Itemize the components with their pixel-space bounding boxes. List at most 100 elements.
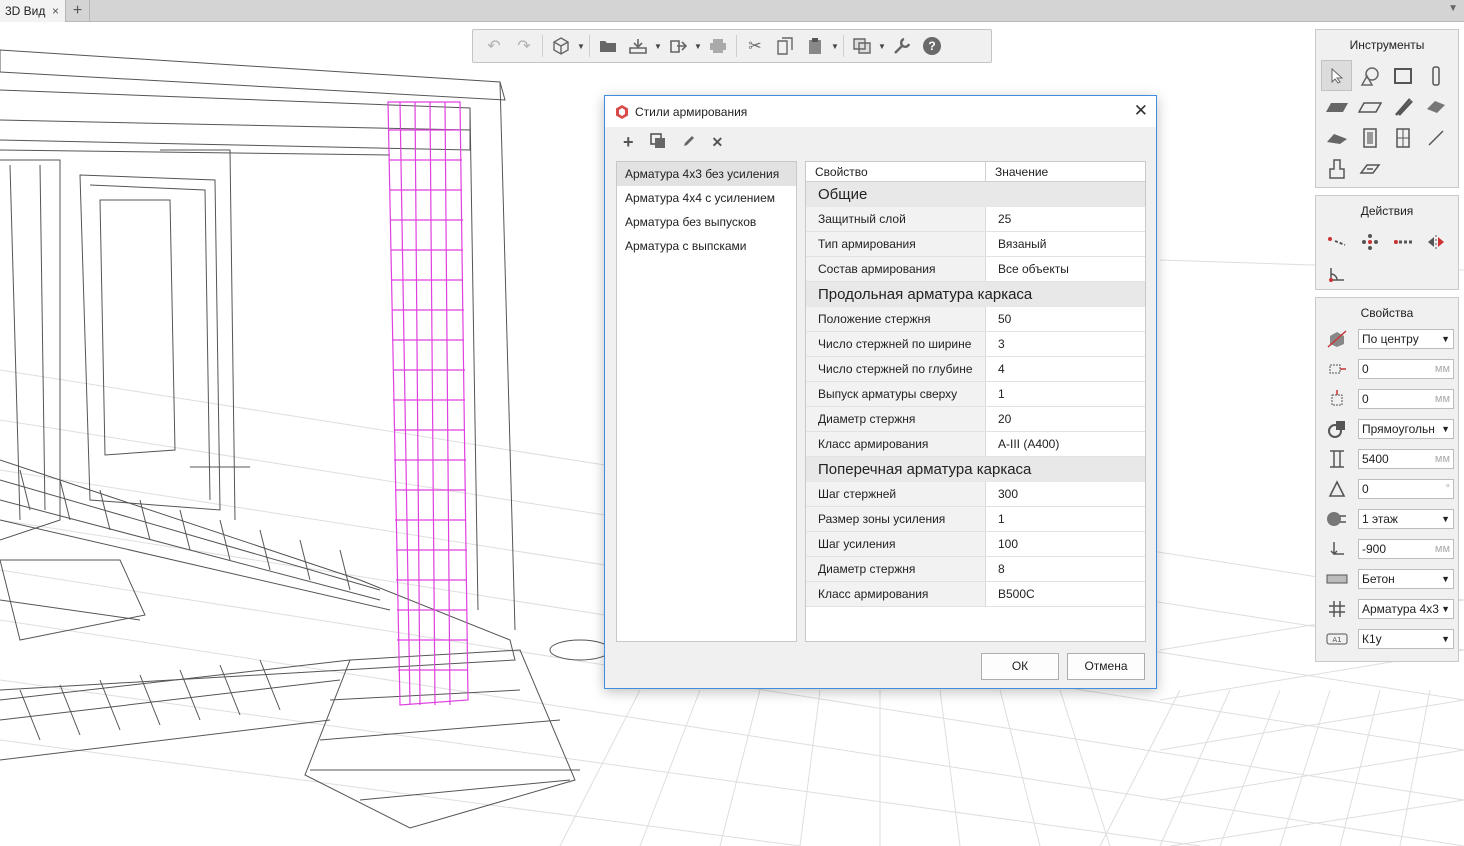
delete-style-icon[interactable]: ✕: [712, 134, 724, 151]
add-tab-button[interactable]: +: [66, 0, 90, 22]
rotate-icon[interactable]: [1321, 257, 1352, 288]
help-button[interactable]: ?: [917, 32, 947, 60]
copy-icon[interactable]: [770, 32, 800, 60]
property-input[interactable]: 0 мм: [1358, 389, 1454, 409]
property-row[interactable]: Диаметр стержня 8: [806, 557, 1145, 582]
property-input[interactable]: -900 мм: [1358, 539, 1454, 559]
copy-along-icon[interactable]: [1387, 226, 1418, 257]
window-icon[interactable]: [1387, 122, 1418, 153]
open-folder-icon[interactable]: [593, 32, 623, 60]
export-dropdown-chevron-icon[interactable]: ▼: [693, 32, 703, 60]
roof-icon[interactable]: [1420, 91, 1451, 122]
move-icon[interactable]: [1321, 226, 1352, 257]
property-value[interactable]: Все объекты: [986, 257, 1069, 281]
property-value[interactable]: 8: [986, 557, 1005, 581]
property-row[interactable]: Диаметр стержня 20: [806, 407, 1145, 432]
style-list: Арматура 4х3 без усиления Арматура 4х4 с …: [616, 161, 797, 642]
slab-icon[interactable]: [1321, 91, 1352, 122]
paste-icon[interactable]: [800, 32, 830, 60]
property-row[interactable]: Шаг стержней 300: [806, 482, 1145, 507]
beam-icon[interactable]: [1354, 91, 1385, 122]
property-row[interactable]: Выпуск арматуры сверху 1: [806, 382, 1145, 407]
edit-style-icon[interactable]: [682, 134, 696, 151]
property-select[interactable]: Бетон ▼: [1358, 569, 1454, 589]
array-icon[interactable]: [1354, 226, 1385, 257]
tab-close-icon[interactable]: ×: [52, 0, 59, 22]
property-row[interactable]: Размер зоны усиления 1: [806, 507, 1145, 532]
property-value[interactable]: Вязаный: [986, 232, 1047, 256]
selected-column-rebar[interactable]: [387, 101, 469, 706]
property-row[interactable]: Число стержней по ширине 3: [806, 332, 1145, 357]
property-value[interactable]: A-III (A400): [986, 432, 1060, 456]
view-dropdown-chevron-icon[interactable]: ▼: [576, 32, 586, 60]
tab-bar: 3D Вид × + ▼: [0, 0, 1464, 22]
property-value[interactable]: 1: [986, 507, 1005, 531]
property-row[interactable]: Положение стержня 50: [806, 307, 1145, 332]
help-icon: ?: [923, 37, 941, 55]
property-row[interactable]: Класс армирования A-III (A400): [806, 432, 1145, 457]
property-input[interactable]: 5400 мм: [1358, 449, 1454, 469]
print-icon[interactable]: [703, 32, 733, 60]
paste-dropdown-chevron-icon[interactable]: ▼: [830, 32, 840, 60]
rebar-tool-icon[interactable]: [1354, 153, 1385, 184]
shapes-icon[interactable]: [1354, 60, 1385, 91]
cut-icon[interactable]: ✂: [740, 32, 770, 60]
property-value[interactable]: 100: [986, 532, 1019, 556]
wrench-icon[interactable]: [887, 32, 917, 60]
property-row[interactable]: Защитный слой 25: [806, 207, 1145, 232]
property-value[interactable]: B500C: [986, 582, 1035, 606]
ok-button[interactable]: ОК: [981, 653, 1059, 680]
layers-icon[interactable]: [847, 32, 877, 60]
redo-icon[interactable]: ↷: [509, 32, 539, 60]
line-icon[interactable]: [1420, 122, 1451, 153]
property-value[interactable]: 1: [986, 382, 1005, 406]
property-row[interactable]: Число стержней по глубине 4: [806, 357, 1145, 382]
property-select[interactable]: Арматура 4х3 ▼: [1358, 599, 1454, 619]
property-value[interactable]: 25: [986, 207, 1012, 231]
import-icon[interactable]: [623, 32, 653, 60]
toolbar-separator: [843, 35, 844, 57]
tab-3d-view[interactable]: 3D Вид ×: [0, 0, 66, 22]
property-value[interactable]: 4: [986, 357, 1005, 381]
import-dropdown-chevron-icon[interactable]: ▼: [653, 32, 663, 60]
property-select[interactable]: 1 этаж ▼: [1358, 509, 1454, 529]
property-value[interactable]: 300: [986, 482, 1019, 506]
3d-cube-icon[interactable]: [546, 32, 576, 60]
door-icon[interactable]: [1354, 122, 1385, 153]
wall-icon[interactable]: [1387, 60, 1418, 91]
material-icon: [1324, 569, 1350, 589]
property-select[interactable]: По центру ▼: [1358, 329, 1454, 349]
property-row[interactable]: Состав армирования Все объекты: [806, 257, 1145, 282]
add-style-icon[interactable]: +: [623, 132, 634, 153]
property-select[interactable]: Прямоугольн ▼: [1358, 419, 1454, 439]
offset-y-icon: [1324, 389, 1350, 409]
style-list-item[interactable]: Арматура 4х4 с усилением: [617, 186, 796, 210]
property-value[interactable]: 3: [986, 332, 1005, 356]
column-icon[interactable]: [1420, 60, 1451, 91]
property-value[interactable]: 50: [986, 307, 1012, 331]
property-row[interactable]: Класс армирования B500C: [806, 582, 1145, 607]
style-list-item[interactable]: Арматура без выпусков: [617, 210, 796, 234]
property-field-row: 5400 мм: [1316, 444, 1458, 474]
property-select[interactable]: К1у ▼: [1358, 629, 1454, 649]
mirror-icon[interactable]: [1420, 226, 1451, 257]
select-cursor-icon[interactable]: [1321, 60, 1352, 91]
duplicate-style-icon[interactable]: [649, 132, 666, 152]
foundation-icon[interactable]: [1321, 153, 1352, 184]
style-list-item[interactable]: Арматура 4х3 без усиления: [617, 162, 796, 186]
cancel-button[interactable]: Отмена: [1067, 653, 1145, 680]
layers-dropdown-chevron-icon[interactable]: ▼: [877, 32, 887, 60]
property-row[interactable]: Шаг усиления 100: [806, 532, 1145, 557]
export-icon[interactable]: [663, 32, 693, 60]
chevron-down-icon: ▼: [1441, 634, 1450, 644]
property-input[interactable]: 0 °: [1358, 479, 1454, 499]
style-list-item[interactable]: Арматура с выпсками: [617, 234, 796, 258]
property-value[interactable]: 20: [986, 407, 1012, 431]
ramp-icon[interactable]: [1321, 122, 1352, 153]
dialog-close-icon[interactable]: ✕: [1134, 101, 1148, 121]
property-input[interactable]: 0 мм: [1358, 359, 1454, 379]
property-row[interactable]: Тип армирования Вязаный: [806, 232, 1145, 257]
stair-icon[interactable]: [1387, 91, 1418, 122]
tab-menu-chevron-icon[interactable]: ▼: [1448, 3, 1458, 14]
undo-icon[interactable]: ↶: [479, 32, 509, 60]
